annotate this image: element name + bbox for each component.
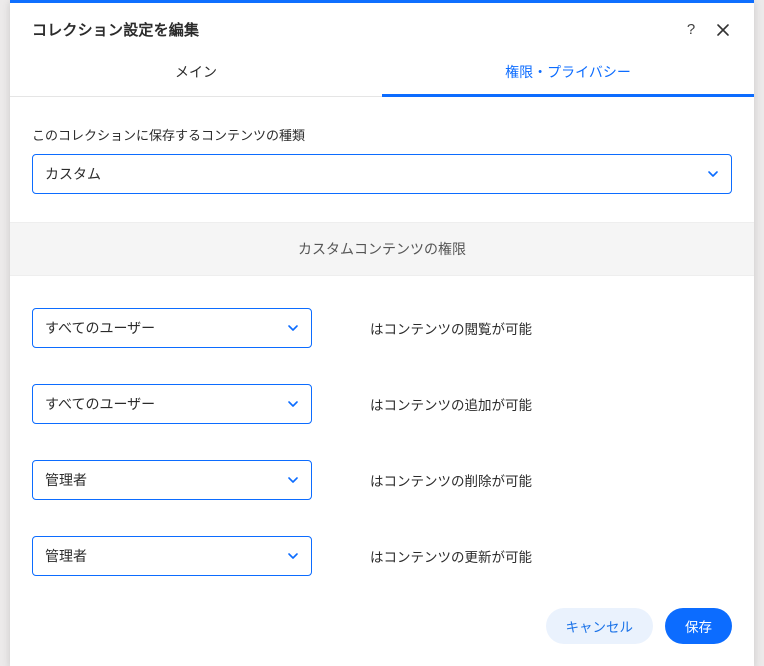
modal-header-actions: ? (682, 21, 732, 39)
modal-title: コレクション設定を編集 (32, 19, 199, 40)
content-type-value: カスタム (45, 164, 101, 184)
permission-role-value: 管理者 (45, 470, 87, 490)
close-icon[interactable] (714, 21, 732, 39)
permission-role-select-delete[interactable]: 管理者 (32, 460, 312, 500)
chevron-down-icon (707, 168, 719, 180)
permission-row: 管理者 はコンテンツの更新が可能 (32, 518, 732, 592)
tab-main[interactable]: メイン (10, 50, 382, 96)
edit-collection-settings-modal: コレクション設定を編集 ? メイン 権限・プライバシー このコレクションに保存す… (10, 0, 754, 666)
cancel-button[interactable]: キャンセル (546, 608, 654, 644)
permission-desc: はコンテンツの閲覧が可能 (370, 318, 532, 338)
content-type-label: このコレクションに保存するコンテンツの種類 (32, 125, 732, 144)
content-type-select[interactable]: カスタム (32, 154, 732, 194)
permission-row: すべてのユーザー はコンテンツの追加が可能 (32, 366, 732, 442)
modal-body: このコレクションに保存するコンテンツの種類 カスタム カスタムコンテンツの権限 … (10, 97, 754, 592)
permission-role-value: すべてのユーザー (45, 394, 155, 414)
permission-desc: はコンテンツの追加が可能 (370, 394, 532, 414)
permission-row: すべてのユーザー はコンテンツの閲覧が可能 (32, 290, 732, 366)
permissions-section-header: カスタムコンテンツの権限 (10, 222, 754, 276)
permission-role-select-add[interactable]: すべてのユーザー (32, 384, 312, 424)
permission-role-value: 管理者 (45, 546, 87, 566)
modal-header: コレクション設定を編集 ? (10, 3, 754, 50)
chevron-down-icon (287, 550, 299, 562)
chevron-down-icon (287, 398, 299, 410)
content-type-section: このコレクションに保存するコンテンツの種類 カスタム (10, 97, 754, 204)
permission-desc: はコンテンツの削除が可能 (370, 470, 532, 490)
permission-row: 管理者 はコンテンツの削除が可能 (32, 442, 732, 518)
permission-role-value: すべてのユーザー (45, 318, 155, 338)
save-button[interactable]: 保存 (665, 608, 732, 644)
permissions-list: すべてのユーザー はコンテンツの閲覧が可能 すべてのユーザー はコンテンツの追加… (10, 276, 754, 592)
permission-role-select-update[interactable]: 管理者 (32, 536, 312, 576)
help-icon[interactable]: ? (682, 21, 700, 39)
tab-permissions[interactable]: 権限・プライバシー (382, 50, 754, 96)
chevron-down-icon (287, 322, 299, 334)
chevron-down-icon (287, 474, 299, 486)
tabs: メイン 権限・プライバシー (10, 50, 754, 97)
permission-desc: はコンテンツの更新が可能 (370, 546, 532, 566)
modal-footer: キャンセル 保存 (10, 592, 754, 666)
permission-role-select-view[interactable]: すべてのユーザー (32, 308, 312, 348)
